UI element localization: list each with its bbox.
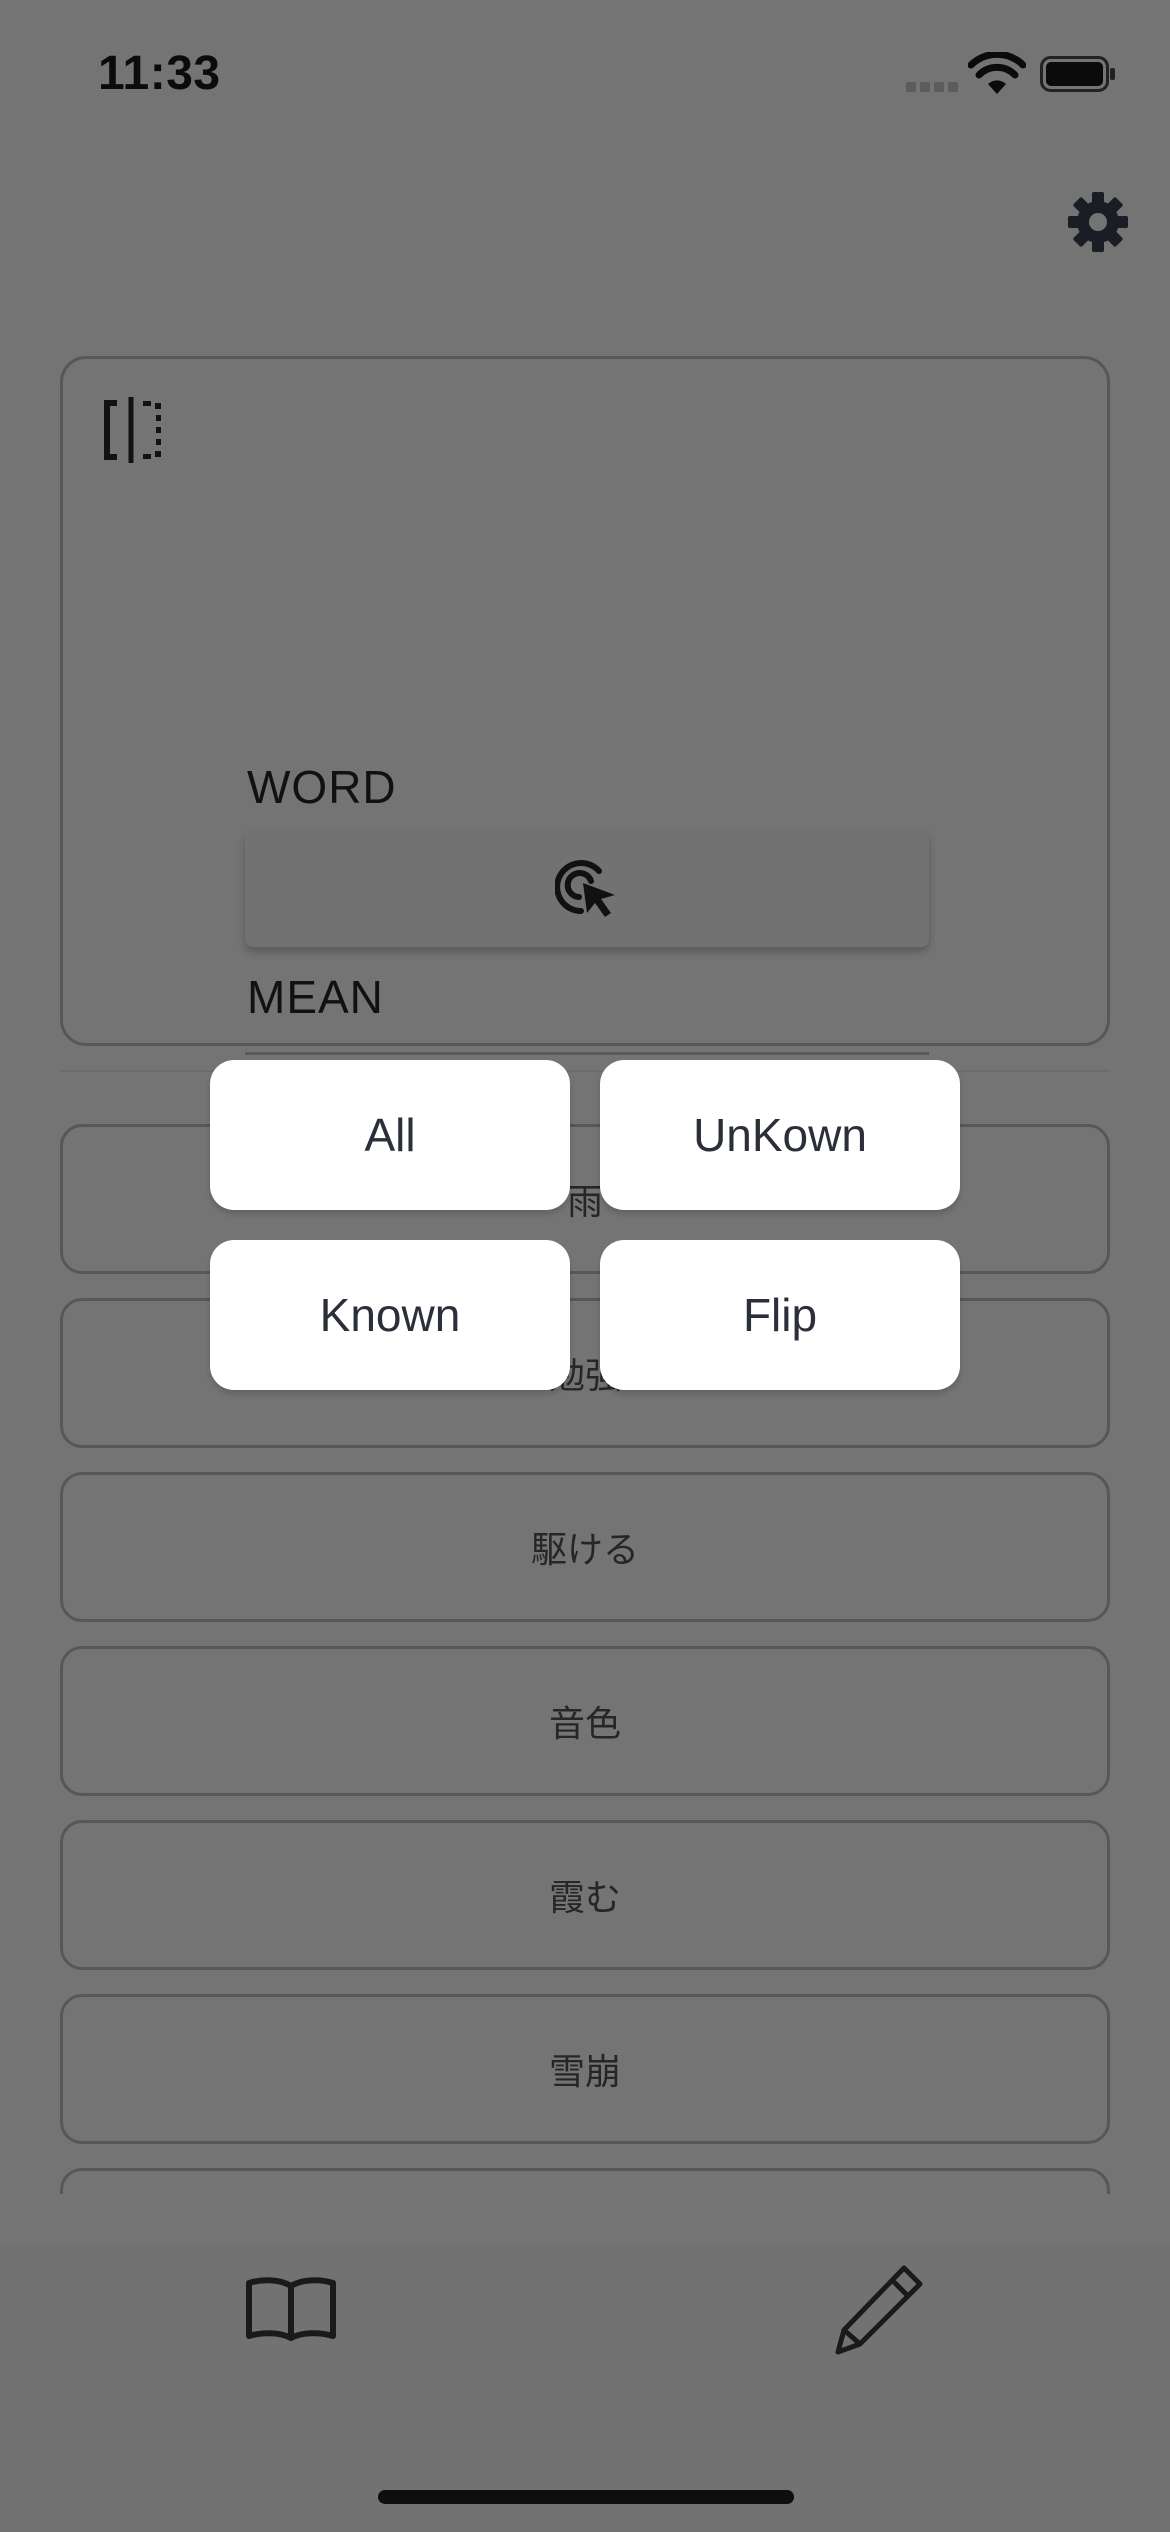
word-list-item[interactable]: 霞む [60,1820,1110,1970]
filter-unknown-button[interactable]: UnKown [600,1060,960,1210]
word-list-item[interactable] [60,2168,1110,2194]
word-list-item-text: 雪崩 [548,2052,621,2093]
word-list-item-text: 音色 [548,1704,621,1745]
word-input-placeholder: WORD [247,761,397,813]
settings-gear-icon[interactable] [1068,192,1128,252]
word-list-item-text: 雨 [566,1182,603,1223]
add-word-button[interactable] [245,829,929,947]
mean-input-placeholder: MEAN [247,971,384,1023]
filter-known-label: Known [319,1289,461,1341]
home-indicator [378,2490,794,2504]
battery-icon [1040,56,1115,92]
tab-bar [0,2244,1170,2532]
signal-icon [906,82,962,94]
flip-icon[interactable] [103,397,163,463]
filter-flip-label: Flip [742,1289,818,1341]
mean-input[interactable]: MEAN [245,945,929,1055]
word-list-item-text: 駆ける [530,1530,639,1571]
filter-all-button[interactable]: All [210,1060,570,1210]
word-list-item[interactable]: 音色 [60,1646,1110,1796]
add-word-card: WORD MEAN [60,356,1110,1055]
filter-known-button[interactable]: Known [210,1240,570,1390]
filter-unknown-label: UnKown [693,1109,867,1161]
book-icon[interactable] [244,2276,338,2342]
word-list-item[interactable]: 駆ける [60,1472,1110,1622]
pencil-icon[interactable] [830,2262,926,2358]
cursor-click-icon [555,860,615,917]
status-bar: 11:33 [0,0,1170,150]
status-time: 11:33 [98,47,221,100]
filter-flip-button[interactable]: Flip [600,1240,960,1390]
wifi-icon [968,52,1026,94]
filter-all-label: All [364,1109,416,1161]
word-list-item-text: 霞む [548,1878,621,1919]
word-list-item[interactable]: 雪崩 [60,1994,1110,2144]
